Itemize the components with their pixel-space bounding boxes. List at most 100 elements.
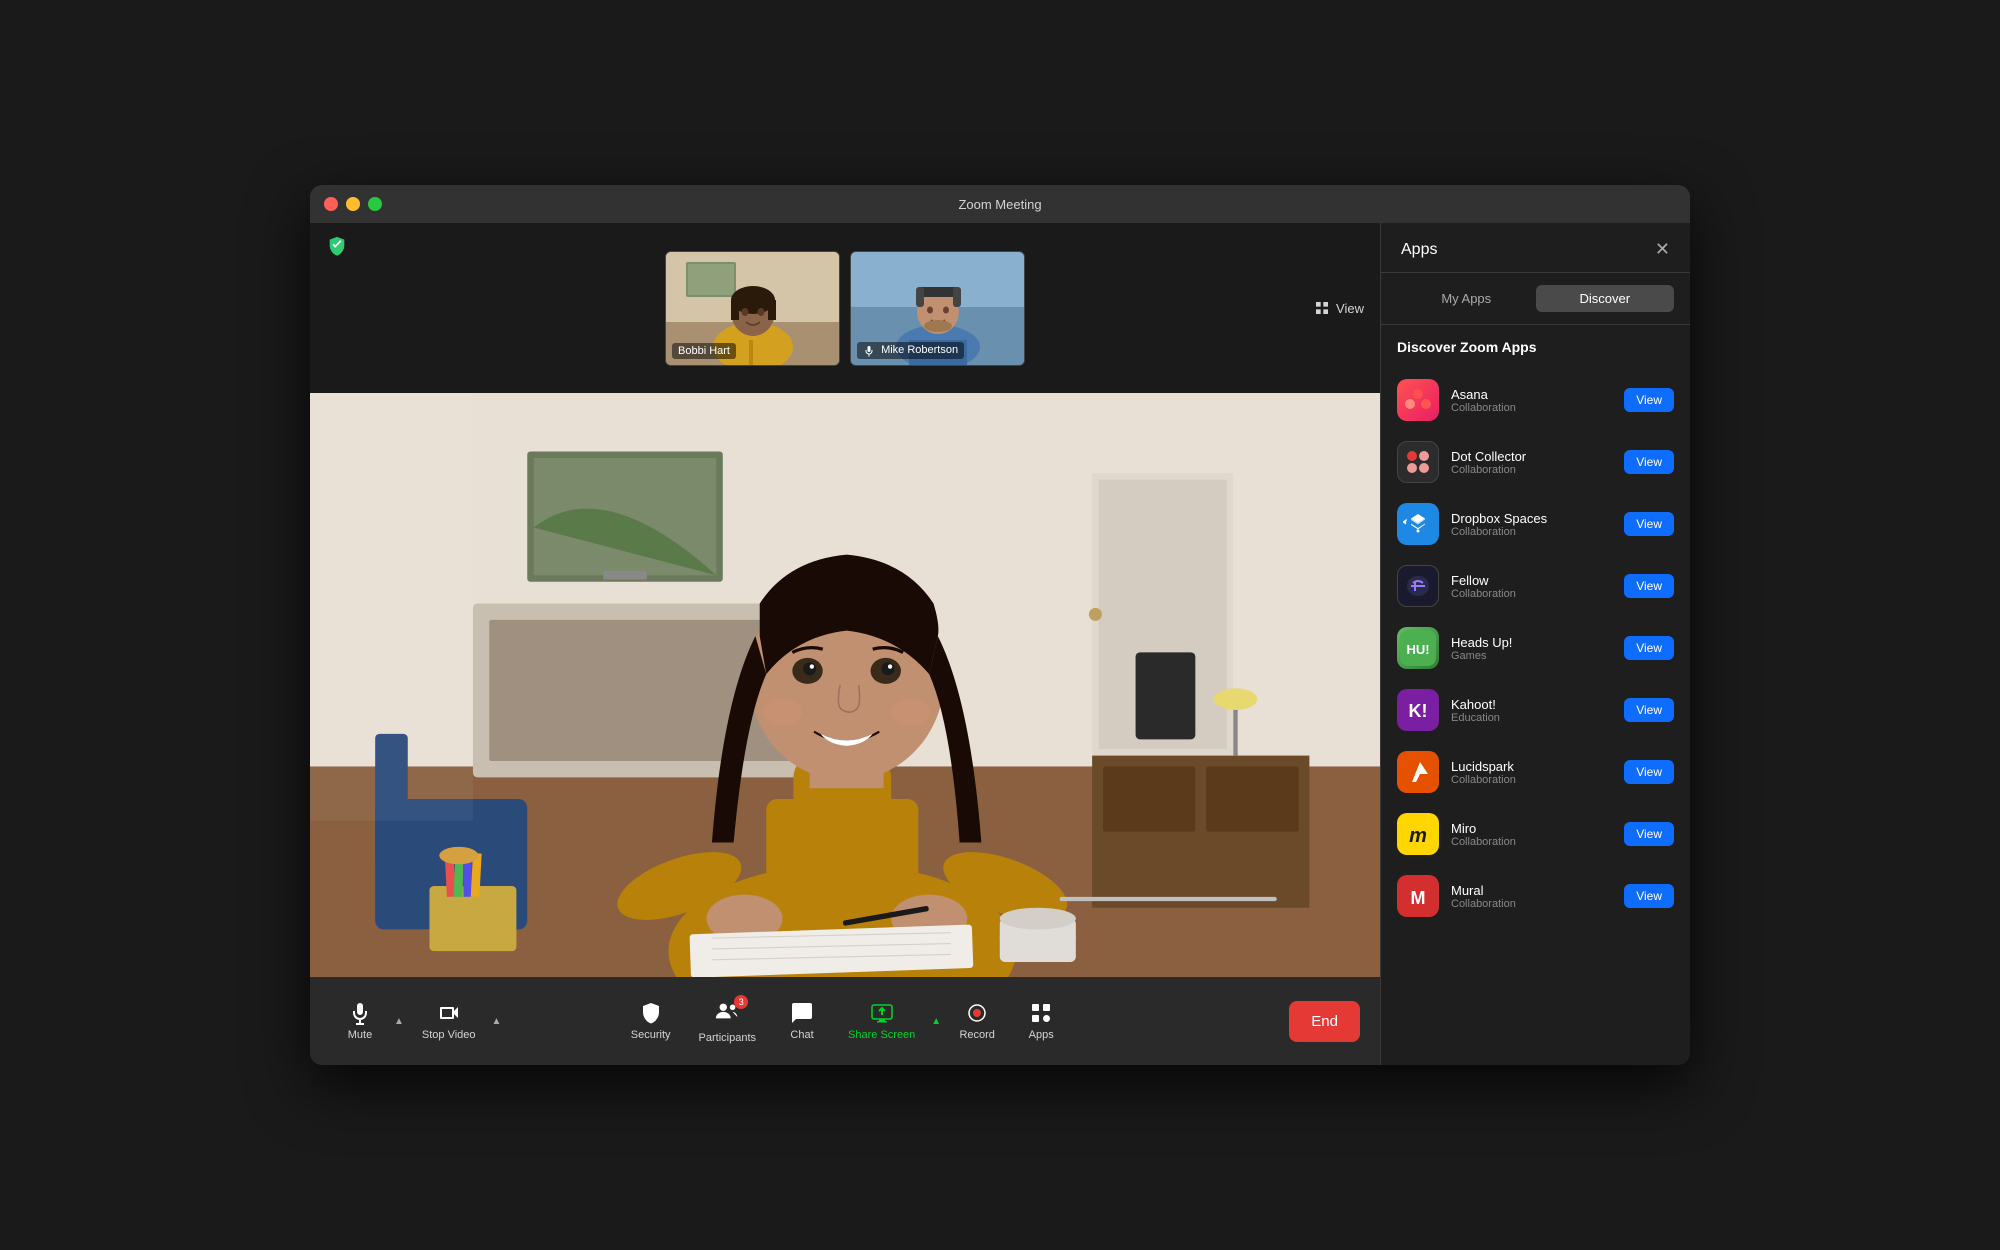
minimize-button[interactable] bbox=[346, 197, 360, 211]
list-item: K! Kahoot! Education View bbox=[1381, 679, 1690, 741]
view-label: View bbox=[1336, 301, 1364, 316]
kahoot-view-button[interactable]: View bbox=[1624, 698, 1674, 722]
fellow-category: Collaboration bbox=[1451, 588, 1612, 600]
tab-my-apps[interactable]: My Apps bbox=[1397, 285, 1536, 312]
view-button[interactable]: View bbox=[1314, 300, 1364, 316]
dot-collector-category: Collaboration bbox=[1451, 464, 1612, 476]
asana-icon bbox=[1397, 379, 1439, 421]
share-screen-arrow[interactable]: ▲ bbox=[929, 1012, 943, 1031]
kahoot-icon: K! bbox=[1397, 689, 1439, 731]
maximize-button[interactable] bbox=[368, 197, 382, 211]
chat-button[interactable]: Chat bbox=[772, 993, 832, 1049]
mural-name: Mural bbox=[1451, 883, 1612, 898]
mute-arrow[interactable]: ▲ bbox=[392, 1012, 406, 1031]
thumbnail-mike-robertson-label: Mike Robertson bbox=[857, 342, 964, 358]
kahoot-info: Kahoot! Education bbox=[1451, 697, 1612, 724]
lucidspark-icon bbox=[1397, 751, 1439, 793]
main-video bbox=[310, 393, 1380, 977]
apps-label: Apps bbox=[1029, 1029, 1054, 1041]
shield-icon bbox=[326, 235, 348, 263]
discover-section: Discover Zoom Apps bbox=[1381, 325, 1690, 365]
fellow-info: Fellow Collaboration bbox=[1451, 573, 1612, 600]
apps-list: Asana Collaboration View bbox=[1381, 365, 1690, 1065]
asana-category: Collaboration bbox=[1451, 402, 1612, 414]
toolbar-center: Security 3 bbox=[588, 991, 1103, 1052]
lucidspark-view-button[interactable]: View bbox=[1624, 760, 1674, 784]
fellow-view-button[interactable]: View bbox=[1624, 574, 1674, 598]
miro-icon: m bbox=[1397, 813, 1439, 855]
security-button[interactable]: Security bbox=[619, 993, 683, 1049]
record-button[interactable]: Record bbox=[947, 993, 1007, 1049]
kahoot-category: Education bbox=[1451, 712, 1612, 724]
participants-button[interactable]: 3 Participants bbox=[687, 991, 768, 1052]
asana-info: Asana Collaboration bbox=[1451, 387, 1612, 414]
miro-name: Miro bbox=[1451, 821, 1612, 836]
asana-view-button[interactable]: View bbox=[1624, 388, 1674, 412]
window-title: Zoom Meeting bbox=[958, 197, 1041, 212]
dot-collector-icon bbox=[1397, 441, 1439, 483]
list-item: Fellow Collaboration View bbox=[1381, 555, 1690, 617]
svg-text:HU!: HU! bbox=[1406, 642, 1429, 657]
list-item: M Mural Collaboration View bbox=[1381, 865, 1690, 927]
close-button[interactable] bbox=[324, 197, 338, 211]
thumbnail-mike-robertson: Mike Robertson bbox=[850, 251, 1025, 366]
stop-video-button[interactable]: Stop Video bbox=[410, 993, 488, 1049]
main-content: Bobbi Hart bbox=[310, 223, 1690, 1065]
list-item: HU! Heads Up! Games View bbox=[1381, 617, 1690, 679]
tab-discover[interactable]: Discover bbox=[1536, 285, 1675, 312]
svg-text:m: m bbox=[1409, 825, 1427, 847]
headsup-icon: HU! bbox=[1397, 627, 1439, 669]
mute-button[interactable]: Mute bbox=[330, 993, 390, 1049]
dropbox-name: Dropbox Spaces bbox=[1451, 511, 1612, 526]
dot-collector-name: Dot Collector bbox=[1451, 449, 1612, 464]
apps-close-button[interactable]: ✕ bbox=[1655, 239, 1670, 260]
lucidspark-info: Lucidspark Collaboration bbox=[1451, 759, 1612, 786]
dropbox-view-button[interactable]: View bbox=[1624, 512, 1674, 536]
share-screen-button[interactable]: Share Screen bbox=[836, 993, 927, 1049]
list-item: Dot Collector Collaboration View bbox=[1381, 431, 1690, 493]
fellow-name: Fellow bbox=[1451, 573, 1612, 588]
participants-label: Participants bbox=[699, 1032, 756, 1044]
apps-panel-title: Apps bbox=[1401, 241, 1437, 259]
mural-view-button[interactable]: View bbox=[1624, 884, 1674, 908]
svg-text:K!: K! bbox=[1409, 701, 1428, 721]
dot-collector-view-button[interactable]: View bbox=[1624, 450, 1674, 474]
miro-view-button[interactable]: View bbox=[1624, 822, 1674, 846]
apps-header: Apps ✕ bbox=[1381, 223, 1690, 273]
thumbnail-bobbi-hart: Bobbi Hart bbox=[665, 251, 840, 366]
toolbar: Mute ▲ Stop Video ▲ bbox=[310, 977, 1380, 1065]
list-item: Dropbox Spaces Collaboration View bbox=[1381, 493, 1690, 555]
list-item: Lucidspark Collaboration View bbox=[1381, 741, 1690, 803]
mural-icon: M bbox=[1397, 875, 1439, 917]
miro-info: Miro Collaboration bbox=[1451, 821, 1612, 848]
fellow-icon bbox=[1397, 565, 1439, 607]
stop-video-label: Stop Video bbox=[422, 1029, 476, 1041]
apps-panel: Apps ✕ My Apps Discover Discover Zoom Ap… bbox=[1380, 223, 1690, 1065]
stop-video-arrow[interactable]: ▲ bbox=[490, 1012, 504, 1031]
participants-badge: 3 bbox=[714, 999, 740, 1028]
stop-video-group: Stop Video ▲ bbox=[410, 993, 504, 1049]
chat-label: Chat bbox=[790, 1029, 813, 1041]
lucidspark-name: Lucidspark bbox=[1451, 759, 1612, 774]
miro-category: Collaboration bbox=[1451, 836, 1612, 848]
end-button[interactable]: End bbox=[1289, 1001, 1360, 1042]
headsup-name: Heads Up! bbox=[1451, 635, 1612, 650]
dropbox-category: Collaboration bbox=[1451, 526, 1612, 538]
thumbnail-bobbi-hart-label: Bobbi Hart bbox=[672, 343, 736, 359]
thumbnail-strip: Bobbi Hart bbox=[665, 251, 1025, 366]
apps-button[interactable]: Apps bbox=[1011, 993, 1071, 1049]
kahoot-name: Kahoot! bbox=[1451, 697, 1612, 712]
toolbar-right: End bbox=[1103, 1001, 1361, 1042]
headsup-info: Heads Up! Games bbox=[1451, 635, 1612, 662]
zoom-window: Zoom Meeting bbox=[310, 185, 1690, 1065]
mural-category: Collaboration bbox=[1451, 898, 1612, 910]
svg-text:M: M bbox=[1411, 888, 1426, 908]
security-label: Security bbox=[631, 1029, 671, 1041]
headsup-category: Games bbox=[1451, 650, 1612, 662]
headsup-view-button[interactable]: View bbox=[1624, 636, 1674, 660]
participants-count: 3 bbox=[734, 995, 748, 1009]
dropbox-info: Dropbox Spaces Collaboration bbox=[1451, 511, 1612, 538]
traffic-lights bbox=[324, 197, 382, 211]
discover-title: Discover Zoom Apps bbox=[1397, 339, 1537, 355]
toolbar-left: Mute ▲ Stop Video ▲ bbox=[330, 993, 588, 1049]
